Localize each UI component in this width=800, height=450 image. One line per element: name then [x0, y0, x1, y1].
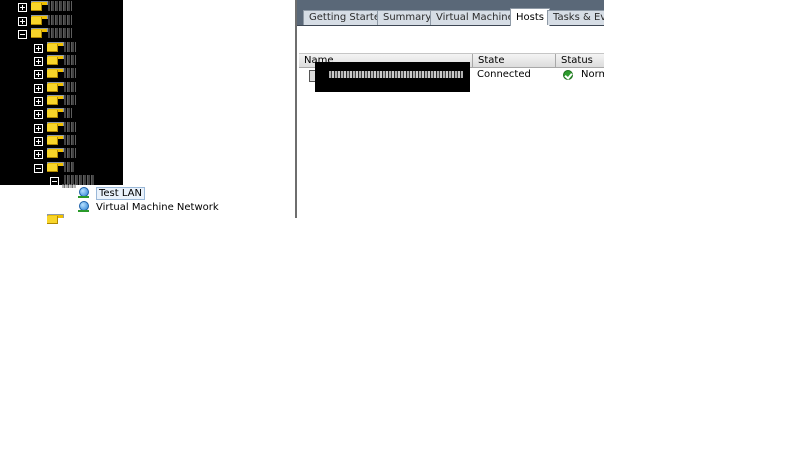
tree-node-label	[64, 122, 76, 132]
network-label: Virtual Machine Network	[96, 201, 219, 213]
collapse-icon[interactable]	[18, 30, 27, 39]
expand-icon[interactable]	[34, 124, 43, 133]
folder-icon	[47, 135, 64, 145]
tree-node[interactable]	[34, 82, 114, 95]
tree-node-label	[64, 42, 76, 52]
status-ok-icon	[563, 70, 573, 80]
tree-node[interactable]	[34, 162, 114, 175]
tree-obscured-fragment	[62, 184, 76, 188]
tree-node[interactable]	[50, 175, 110, 185]
expand-icon[interactable]	[18, 3, 27, 12]
tree-node[interactable]	[34, 55, 114, 68]
tab-bar: Getting Started Summary Virtual Machines…	[297, 0, 604, 26]
tab-summary[interactable]: Summary	[377, 10, 438, 25]
tab-tasks-events[interactable]: Tasks & Even	[547, 10, 604, 25]
folder-icon	[47, 42, 64, 52]
tree-node[interactable]	[34, 68, 114, 81]
tree-node-label	[48, 1, 72, 11]
folder-icon	[47, 108, 64, 118]
folder-icon	[47, 162, 64, 172]
folder-icon	[47, 82, 64, 92]
tree-node[interactable]	[34, 95, 114, 108]
tree-obscured-region	[0, 0, 123, 185]
network-icon	[78, 187, 90, 199]
folder-icon	[47, 148, 64, 158]
tree-node[interactable]	[34, 122, 114, 135]
expand-icon[interactable]	[34, 70, 43, 79]
folder-icon	[47, 95, 64, 105]
tree-node[interactable]	[34, 148, 114, 161]
network-label: Test LAN	[96, 186, 145, 200]
tree-node-label	[48, 28, 72, 38]
host-state: Connected	[477, 69, 531, 80]
tree-node-label	[64, 135, 76, 145]
tree-node-label	[64, 95, 76, 105]
expand-icon[interactable]	[34, 97, 43, 106]
table-row[interactable]: Connected Norm	[299, 62, 604, 92]
tree-node-label	[64, 55, 76, 65]
folder-icon	[47, 214, 64, 224]
expand-icon[interactable]	[34, 44, 43, 53]
tree-node[interactable]	[18, 28, 118, 41]
tree-node[interactable]	[18, 1, 118, 14]
content-pane: Getting Started Summary Virtual Machines…	[297, 0, 604, 218]
network-icon	[78, 201, 90, 213]
expand-icon[interactable]	[34, 137, 43, 146]
tree-node-label	[64, 68, 76, 78]
folder-icon	[47, 68, 64, 78]
folder-icon	[31, 28, 48, 38]
tree-item-test-lan[interactable]: Test LAN	[78, 186, 145, 200]
tree-node-label	[64, 108, 72, 118]
folder-icon	[31, 15, 48, 25]
folder-icon	[47, 122, 64, 132]
tree-node-label	[64, 82, 76, 92]
tab-hosts[interactable]: Hosts	[510, 8, 550, 26]
expand-icon[interactable]	[18, 17, 27, 26]
expand-icon[interactable]	[34, 84, 43, 93]
tree-node-label	[64, 148, 76, 158]
collapse-icon[interactable]	[34, 164, 43, 173]
column-header-status[interactable]: Status	[556, 54, 604, 67]
expand-icon[interactable]	[34, 150, 43, 159]
folder-icon	[31, 1, 48, 11]
tree-node-partial[interactable]	[35, 214, 65, 224]
folder-icon	[47, 55, 64, 65]
tree-node-label	[64, 162, 74, 172]
collapse-icon[interactable]	[50, 177, 59, 185]
host-status: Norm	[581, 69, 604, 80]
tree-node[interactable]	[34, 42, 114, 55]
redacted-host-name	[315, 62, 470, 92]
tree-node[interactable]	[18, 15, 118, 28]
expand-icon[interactable]	[34, 110, 43, 119]
tree-node-label	[48, 15, 72, 25]
column-header-state[interactable]: State	[473, 54, 556, 67]
tree-node[interactable]	[34, 135, 114, 148]
inventory-tree: Test LAN Virtual Machine Network	[0, 0, 291, 224]
expand-icon[interactable]	[34, 57, 43, 66]
tree-node[interactable]	[34, 108, 114, 121]
tree-item-virtual-machine-network[interactable]: Virtual Machine Network	[78, 200, 219, 214]
